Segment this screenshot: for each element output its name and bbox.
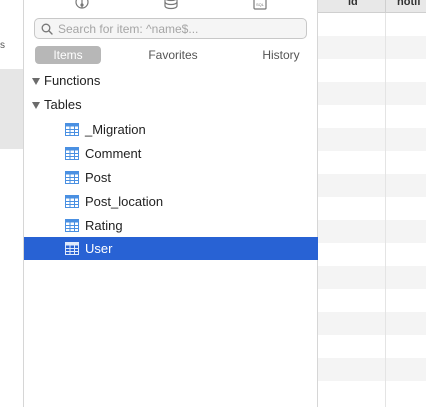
database-icon[interactable] xyxy=(163,0,179,10)
search-input[interactable] xyxy=(58,21,298,36)
table-item-label: _Migration xyxy=(85,122,146,137)
tab-history[interactable]: History xyxy=(249,46,313,64)
sidebar-toolbar: SQL xyxy=(24,0,318,12)
table-item-label: Rating xyxy=(85,218,123,233)
grid-header: id notif xyxy=(318,0,426,13)
search-field[interactable] xyxy=(34,18,307,39)
grid-row[interactable] xyxy=(318,36,426,59)
search-icon xyxy=(41,23,53,35)
table-icon xyxy=(65,242,79,255)
table-item-user[interactable]: User xyxy=(24,237,318,260)
column-header-notif[interactable]: notif xyxy=(397,0,421,8)
tree-group-tables[interactable]: Tables xyxy=(24,93,318,116)
grid-row[interactable] xyxy=(318,266,426,289)
grid-row[interactable] xyxy=(318,13,426,36)
sql-icon[interactable]: SQL xyxy=(252,0,268,10)
table-item-rating[interactable]: Rating xyxy=(24,214,318,237)
sidebar: SQL Items Favorites History Functions Ta… xyxy=(24,0,318,407)
tree-group-functions[interactable]: Functions xyxy=(24,69,318,92)
table-item-post-location[interactable]: Post_location xyxy=(24,190,318,213)
tab-favorites[interactable]: Favorites xyxy=(138,46,208,64)
left-panel-text: s xyxy=(0,40,5,51)
table-icon xyxy=(65,147,79,160)
table-item-post[interactable]: Post xyxy=(24,166,318,189)
disclosure-triangle-icon[interactable] xyxy=(32,77,40,85)
grid-row[interactable] xyxy=(318,174,426,197)
grid-row[interactable] xyxy=(318,381,426,404)
grid-row[interactable] xyxy=(318,151,426,174)
data-grid: id notif xyxy=(318,0,426,407)
disclosure-triangle-icon[interactable] xyxy=(32,101,40,109)
tab-items[interactable]: Items xyxy=(35,46,101,64)
left-panel: s xyxy=(0,0,24,407)
table-item-label: Post xyxy=(85,170,112,185)
column-header-id[interactable]: id xyxy=(348,0,358,8)
git-icon[interactable] xyxy=(74,0,90,10)
grid-row[interactable] xyxy=(318,59,426,82)
grid-row[interactable] xyxy=(318,82,426,105)
svg-text:SQL: SQL xyxy=(256,2,265,7)
table-icon xyxy=(65,171,79,184)
table-item-label: Post_location xyxy=(85,194,164,209)
table-item-label: Comment xyxy=(85,146,142,161)
table-icon xyxy=(65,219,79,232)
grid-row[interactable] xyxy=(318,197,426,220)
table-item-comment[interactable]: Comment xyxy=(24,142,318,165)
table-icon xyxy=(65,195,79,208)
left-panel-selected-item[interactable] xyxy=(0,69,23,149)
grid-row[interactable] xyxy=(318,220,426,243)
grid-row[interactable] xyxy=(318,243,426,266)
column-divider[interactable] xyxy=(385,0,386,13)
tree-group-label: Tables xyxy=(44,97,82,112)
column-gridline xyxy=(385,13,386,407)
grid-row[interactable] xyxy=(318,312,426,335)
sidebar-tabs: Items Favorites History xyxy=(34,46,307,64)
grid-row[interactable] xyxy=(318,128,426,151)
table-item-label: User xyxy=(85,241,113,256)
grid-row[interactable] xyxy=(318,105,426,128)
table-icon xyxy=(65,123,79,136)
grid-row[interactable] xyxy=(318,335,426,358)
table-item-migration[interactable]: _Migration xyxy=(24,118,318,141)
grid-row[interactable] xyxy=(318,358,426,381)
tree-group-label: Functions xyxy=(44,73,101,88)
grid-row[interactable] xyxy=(318,289,426,312)
